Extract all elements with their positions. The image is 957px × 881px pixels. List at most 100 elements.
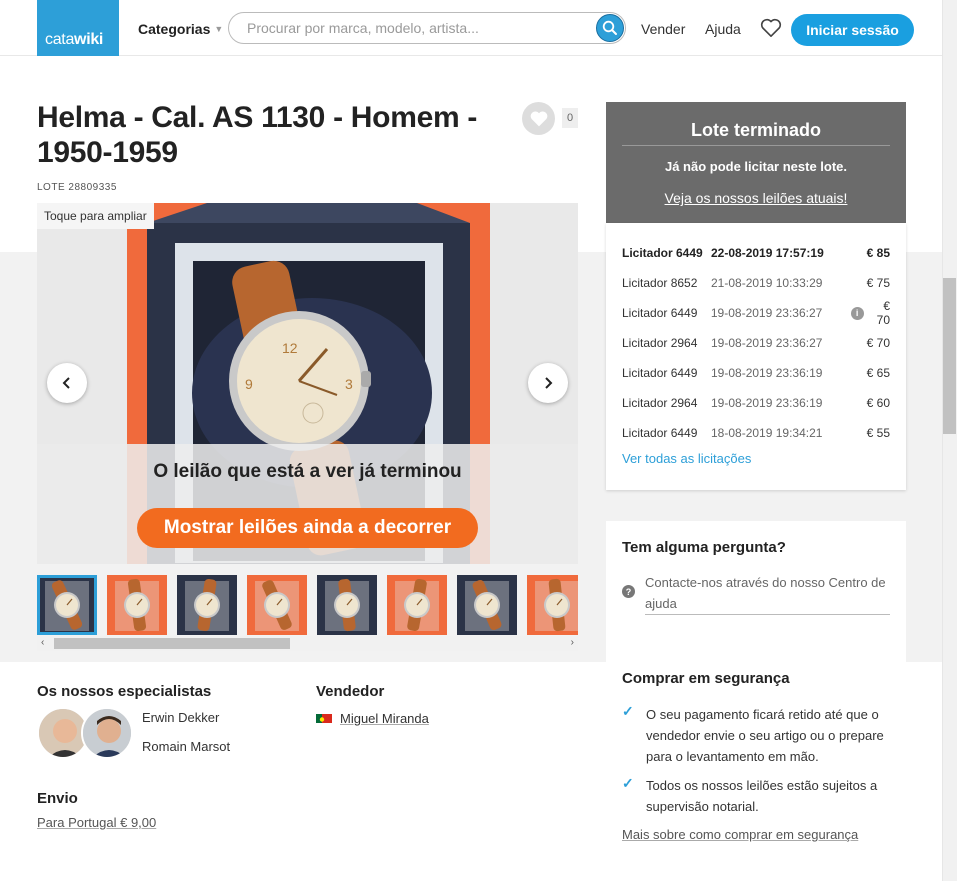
- check-icon: ✓: [622, 703, 634, 719]
- gallery-thumbnail[interactable]: [317, 575, 377, 635]
- bid-amount: € 65: [866, 366, 890, 380]
- help-link[interactable]: Ajuda: [705, 21, 741, 37]
- bid-time: 22-08-2019 17:57:19: [711, 246, 824, 260]
- bid-time: 19-08-2019 23:36:19: [711, 396, 823, 410]
- portugal-flag-icon: [316, 712, 332, 723]
- login-button[interactable]: Iniciar sessão: [791, 14, 914, 46]
- scrollbar-thumb[interactable]: [54, 638, 290, 649]
- gallery-thumbnail[interactable]: [387, 575, 447, 635]
- safe-buying-link[interactable]: Mais sobre como comprar em segurança: [622, 827, 858, 842]
- svg-text:9: 9: [245, 376, 253, 392]
- gallery-next-button[interactable]: [528, 363, 568, 403]
- gallery-thumbnail[interactable]: [457, 575, 517, 635]
- sell-link[interactable]: Vender: [641, 21, 685, 37]
- bid-row: Licitador 8652 21-08-2019 10:33:29 € 75: [622, 273, 890, 293]
- search-button[interactable]: [596, 14, 624, 42]
- expert-name-1: Erwin Dekker: [142, 710, 220, 725]
- search-input[interactable]: [247, 20, 587, 36]
- thumbnail-strip: [37, 575, 578, 636]
- bid-time: 19-08-2019 23:36:27: [710, 306, 823, 320]
- bidder-name: Licitador 6449: [622, 306, 698, 320]
- chevron-left-icon: [62, 377, 70, 389]
- bid-row: Licitador 2964 19-08-2019 23:36:27 € 70: [622, 333, 890, 353]
- bid-time: 19-08-2019 23:36:19: [711, 366, 823, 380]
- experts-heading: Os nossos especialistas: [37, 683, 212, 700]
- bid-row: Licitador 2964 19-08-2019 23:36:19 € 60: [622, 393, 890, 413]
- site-header: catawiki Categorias▼ Vender Ajuda Inicia…: [0, 0, 942, 56]
- bid-row: Licitador 6449 22-08-2019 17:57:19 € 85: [622, 243, 890, 263]
- logo-text-wiki: wiki: [74, 31, 104, 48]
- scroll-left-arrow-icon[interactable]: ‹: [41, 637, 44, 648]
- categories-menu[interactable]: Categorias ▼: [138, 21, 223, 37]
- bid-amount: € 70: [876, 299, 890, 327]
- bidder-name: Licitador 6449: [622, 246, 703, 260]
- favorites-heart-icon[interactable]: [760, 18, 782, 38]
- view-all-bids-link[interactable]: Ver todas as licitações: [622, 451, 751, 466]
- lot-title: Helma - Cal. AS 1130 - Homem - 1950-1959: [37, 101, 478, 169]
- expert-name-2: Romain Marsot: [142, 739, 231, 754]
- caret-down-icon: ▼: [214, 24, 224, 34]
- lot-ended-title: Lote terminado: [690, 120, 821, 140]
- bid-amount: € 85: [866, 246, 890, 260]
- question-icon: ?: [622, 585, 635, 598]
- gallery-thumbnail[interactable]: [37, 575, 97, 635]
- scroll-right-arrow-icon[interactable]: ›: [571, 637, 574, 648]
- gallery-prev-button[interactable]: [47, 363, 87, 403]
- logo-text-cata: cata: [45, 31, 75, 48]
- bidder-name: Licitador 2964: [622, 336, 698, 350]
- favorite-button[interactable]: [522, 102, 555, 135]
- bid-amount: € 60: [866, 396, 890, 410]
- seller-link[interactable]: Miguel Miranda: [340, 711, 429, 726]
- help-center-link[interactable]: Contacte-nos através do nosso Centro de …: [645, 572, 890, 615]
- questions-heading: Tem alguma pergunta?: [622, 539, 786, 556]
- gallery-side-left: [37, 203, 127, 444]
- page-scrollbar[interactable]: [942, 0, 957, 881]
- bid-history: Licitador 6449 22-08-2019 17:57:19 € 85 Lic…: [606, 223, 906, 490]
- heart-icon: [530, 110, 547, 126]
- lot-ended-subtitle: Já não pode licitar neste lote.: [664, 159, 848, 174]
- safe-buying-item-1: O seu pagamento ficará retido até que o …: [646, 707, 884, 764]
- search-icon: [602, 20, 617, 35]
- safe-buying-item-2: Todos os nossos leilões estão sujeitos a…: [646, 778, 878, 814]
- bidder-name: Licitador 2964: [622, 396, 698, 410]
- expert-avatar-2: [81, 707, 133, 759]
- bid-amount: € 55: [866, 426, 890, 440]
- svg-text:3: 3: [345, 376, 353, 392]
- gallery-thumbnail[interactable]: [527, 575, 578, 635]
- show-running-auctions-button[interactable]: Mostrar leilões ainda a decorrer: [137, 508, 478, 548]
- search-bar: [228, 12, 626, 44]
- bidder-name: Licitador 6449: [622, 366, 698, 380]
- divider: [622, 145, 890, 146]
- bid-row: Licitador 6449 18-08-2019 19:34:21 € 55: [622, 423, 890, 443]
- gallery-thumbnail[interactable]: [177, 575, 237, 635]
- lot-number: LOTE 28809335: [37, 182, 117, 193]
- seller-heading: Vendedor: [316, 683, 385, 700]
- svg-text:12: 12: [282, 340, 298, 356]
- gallery-side-right: [490, 203, 578, 444]
- bidder-name: Licitador 6449: [622, 426, 698, 440]
- bid-time: 18-08-2019 19:34:21: [711, 426, 823, 440]
- shipping-link[interactable]: Para Portugal € 9,00: [37, 815, 156, 830]
- thumbnail-scrollbar[interactable]: ‹ ›: [37, 636, 578, 651]
- bidder-name: Licitador 8652: [622, 276, 698, 290]
- chevron-right-icon: [545, 377, 553, 389]
- gallery-thumbnail[interactable]: [107, 575, 167, 635]
- bid-row: Licitador 6449 19-08-2019 23:36:19 € 65: [622, 363, 890, 383]
- gallery-thumbnail[interactable]: [247, 575, 307, 635]
- safe-buying-heading: Comprar em segurança: [622, 670, 790, 687]
- shipping-heading: Envio: [37, 790, 78, 807]
- bid-time: 19-08-2019 23:36:27: [711, 336, 823, 350]
- zoom-hint: Toque para ampliar: [37, 203, 154, 229]
- page-scrollbar-thumb[interactable]: [943, 278, 956, 434]
- info-icon[interactable]: i: [850, 306, 864, 320]
- bid-row: Licitador 6449 19-08-2019 23:36:27 i € 70: [622, 299, 890, 327]
- lot-ended-box: Lote terminado Já não pode licitar neste…: [606, 102, 906, 223]
- check-icon: ✓: [622, 775, 634, 791]
- bid-time: 21-08-2019 10:33:29: [711, 276, 823, 290]
- catawiki-logo[interactable]: catawiki: [37, 0, 119, 56]
- bid-amount: € 75: [866, 276, 890, 290]
- image-gallery: 12 9 3 Toque para ampliar O leilão que e…: [37, 203, 578, 564]
- current-auctions-link[interactable]: Veja os nossos leilões atuais!: [606, 190, 906, 206]
- help-panel: Tem alguma pergunta? ? Contacte-nos atra…: [606, 521, 906, 881]
- auction-ended-message: O leilão que está a ver já terminou: [153, 461, 462, 482]
